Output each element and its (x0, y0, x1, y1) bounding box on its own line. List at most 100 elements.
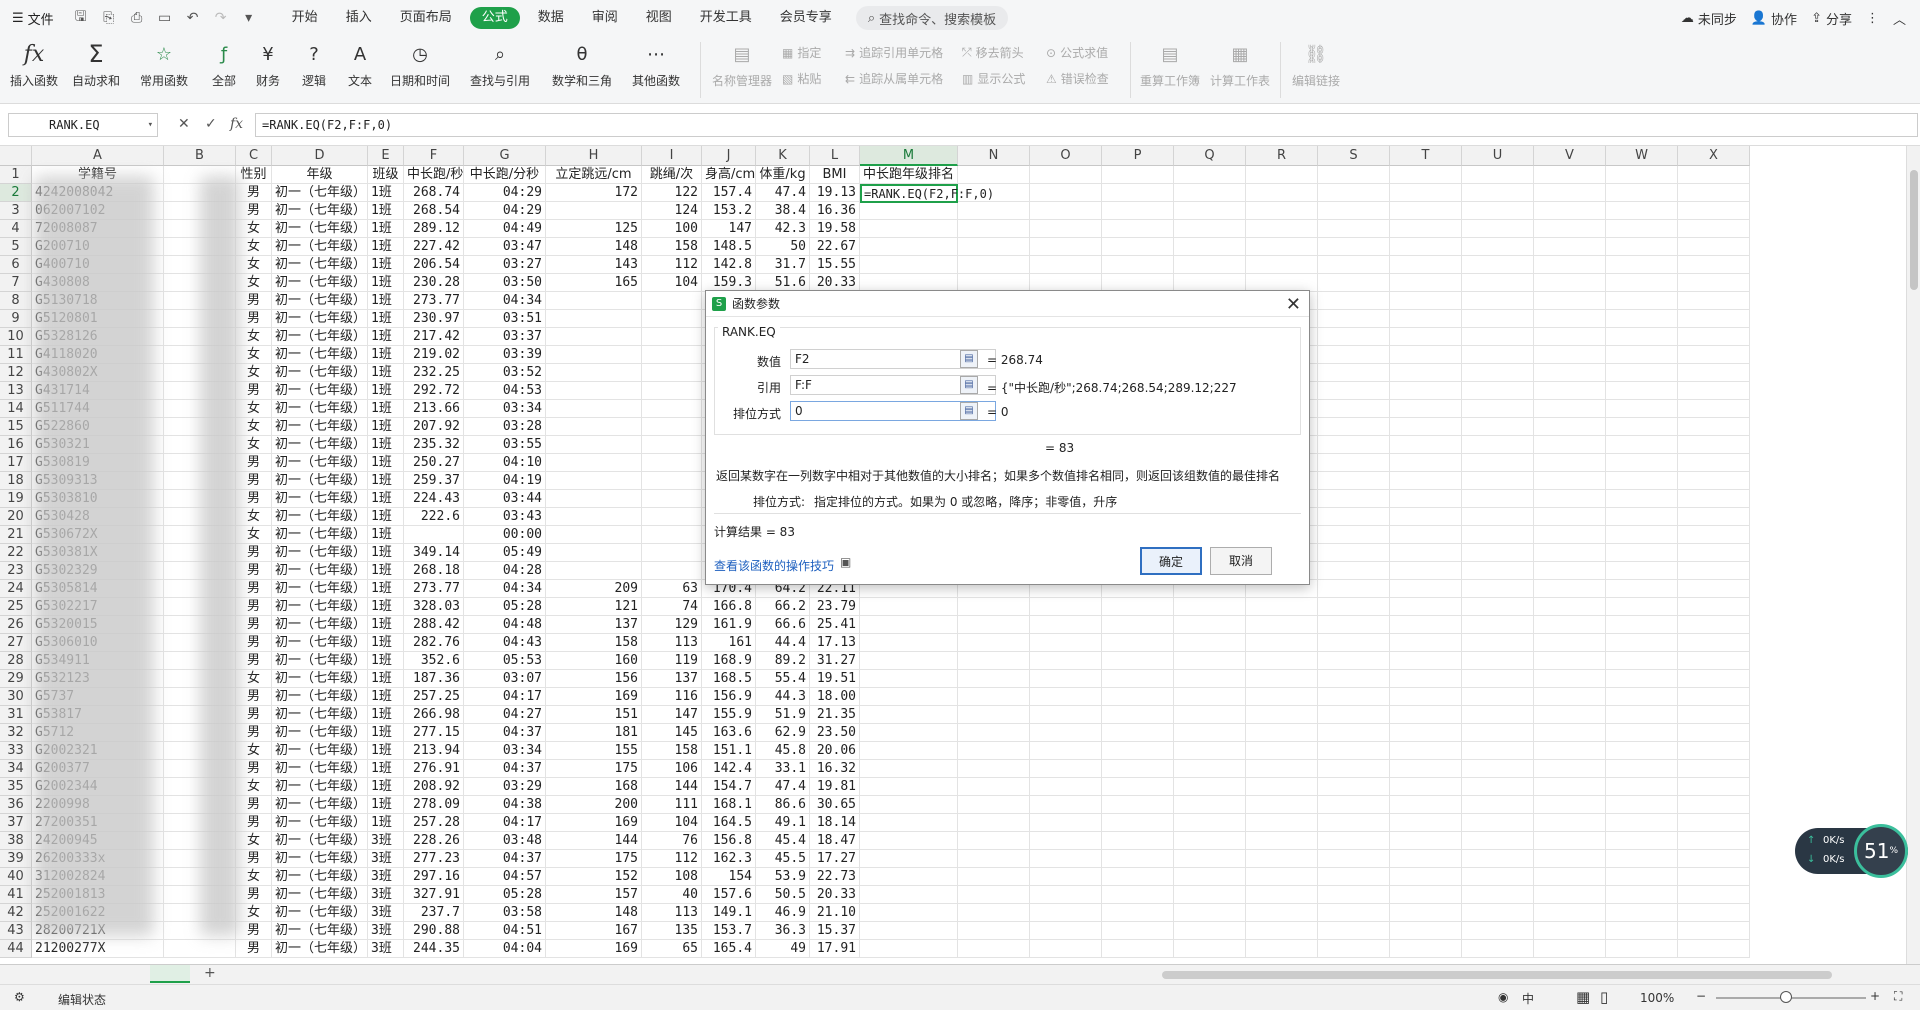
cell-T35[interactable] (1390, 778, 1462, 796)
cell-C22[interactable]: 男 (236, 544, 272, 562)
cell-G41[interactable]: 05:28 (464, 886, 546, 904)
tab-3[interactable]: 公式 (466, 0, 524, 36)
cell-T43[interactable] (1390, 922, 1462, 940)
cancel-formula-icon[interactable]: ✕ (178, 116, 190, 132)
cell-U40[interactable] (1462, 868, 1534, 886)
cell-U1[interactable] (1462, 166, 1534, 184)
cell-M33[interactable] (860, 742, 958, 760)
cell-X17[interactable] (1678, 454, 1750, 472)
cell-Q38[interactable] (1174, 832, 1246, 850)
cell-U18[interactable] (1462, 472, 1534, 490)
tab-0[interactable]: 开始 (278, 0, 332, 36)
cell-F5[interactable]: 227.42 (404, 238, 464, 256)
cell-K4[interactable]: 42.3 (756, 220, 810, 238)
cell-K1[interactable]: 体重/kg (756, 166, 810, 184)
cell-R44[interactable] (1246, 940, 1318, 958)
cell-H43[interactable]: 167 (546, 922, 642, 940)
cell-G4[interactable]: 04:49 (464, 220, 546, 238)
cell-N25[interactable] (958, 598, 1030, 616)
cell-V24[interactable] (1534, 580, 1606, 598)
cell-H3[interactable] (546, 202, 642, 220)
cell-I36[interactable]: 111 (642, 796, 702, 814)
cell-D5[interactable]: 初一（七年级） (272, 238, 368, 256)
row-header[interactable]: 2 (0, 184, 32, 202)
cell-S15[interactable] (1318, 418, 1390, 436)
cell-X34[interactable] (1678, 760, 1750, 778)
cell-F25[interactable]: 328.03 (404, 598, 464, 616)
cell-X33[interactable] (1678, 742, 1750, 760)
cell-E36[interactable]: 1班 (368, 796, 404, 814)
cell-F39[interactable]: 277.23 (404, 850, 464, 868)
cell-I40[interactable]: 108 (642, 868, 702, 886)
cell-C20[interactable]: 女 (236, 508, 272, 526)
cell-K33[interactable]: 45.8 (756, 742, 810, 760)
cell-S26[interactable] (1318, 616, 1390, 634)
row-header[interactable]: 14 (0, 400, 32, 418)
cell-G21[interactable]: 00:00 (464, 526, 546, 544)
cell-X35[interactable] (1678, 778, 1750, 796)
file-menu[interactable]: ☰ 文件 (0, 0, 64, 36)
cell-G38[interactable]: 03:48 (464, 832, 546, 850)
cell-X29[interactable] (1678, 670, 1750, 688)
cell-S38[interactable] (1318, 832, 1390, 850)
cell-H12[interactable] (546, 364, 642, 382)
cell-I43[interactable]: 135 (642, 922, 702, 940)
cell-W35[interactable] (1606, 778, 1678, 796)
cell-W23[interactable] (1606, 562, 1678, 580)
cell-S23[interactable] (1318, 562, 1390, 580)
cell-M29[interactable] (860, 670, 958, 688)
cell-Q27[interactable] (1174, 634, 1246, 652)
cell-C16[interactable]: 女 (236, 436, 272, 454)
cell-E22[interactable]: 1班 (368, 544, 404, 562)
cell-P34[interactable] (1102, 760, 1174, 778)
row-header[interactable]: 44 (0, 940, 32, 958)
row-header[interactable]: 30 (0, 688, 32, 706)
chevron-down-icon[interactable]: ▾ (148, 114, 153, 136)
cell-I22[interactable] (642, 544, 702, 562)
cell-T5[interactable] (1390, 238, 1462, 256)
cell-G44[interactable]: 04:04 (464, 940, 546, 958)
autosum-button[interactable]: Σ 自动求和 (72, 40, 120, 89)
cell-H27[interactable]: 158 (546, 634, 642, 652)
cell-S2[interactable] (1318, 184, 1390, 202)
cell-V36[interactable] (1534, 796, 1606, 814)
cell-N36[interactable] (958, 796, 1030, 814)
cell-E8[interactable]: 1班 (368, 292, 404, 310)
cell-T3[interactable] (1390, 202, 1462, 220)
cell-L37[interactable]: 18.14 (810, 814, 860, 832)
cell-M31[interactable] (860, 706, 958, 724)
cell-H38[interactable]: 144 (546, 832, 642, 850)
cell-F18[interactable]: 259.37 (404, 472, 464, 490)
cell-Q37[interactable] (1174, 814, 1246, 832)
cell-V31[interactable] (1534, 706, 1606, 724)
cell-E16[interactable]: 1班 (368, 436, 404, 454)
row-header[interactable]: 25 (0, 598, 32, 616)
cell-L32[interactable]: 23.50 (810, 724, 860, 742)
cell-D26[interactable]: 初一（七年级） (272, 616, 368, 634)
cell-X10[interactable] (1678, 328, 1750, 346)
common-functions-button[interactable]: ☆ 常用函数 (140, 40, 188, 89)
cell-S1[interactable] (1318, 166, 1390, 184)
cell-K43[interactable]: 36.3 (756, 922, 810, 940)
cell-T25[interactable] (1390, 598, 1462, 616)
cell-R31[interactable] (1246, 706, 1318, 724)
cell-X32[interactable] (1678, 724, 1750, 742)
cell-J2[interactable]: 157.4 (702, 184, 756, 202)
cell-L33[interactable]: 20.06 (810, 742, 860, 760)
cell-S40[interactable] (1318, 868, 1390, 886)
cell-I11[interactable] (642, 346, 702, 364)
edit-links-button[interactable]: ⛓ 编辑链接 (1292, 40, 1340, 89)
cell-F37[interactable]: 257.28 (404, 814, 464, 832)
cell-T26[interactable] (1390, 616, 1462, 634)
row-header[interactable]: 22 (0, 544, 32, 562)
cell-W29[interactable] (1606, 670, 1678, 688)
cell-S13[interactable] (1318, 382, 1390, 400)
row-header[interactable]: 7 (0, 274, 32, 292)
cell-O41[interactable] (1030, 886, 1102, 904)
cell-V41[interactable] (1534, 886, 1606, 904)
cell-C32[interactable]: 男 (236, 724, 272, 742)
cell-X3[interactable] (1678, 202, 1750, 220)
cell-H34[interactable]: 175 (546, 760, 642, 778)
cell-H41[interactable]: 157 (546, 886, 642, 904)
cell-K42[interactable]: 46.9 (756, 904, 810, 922)
